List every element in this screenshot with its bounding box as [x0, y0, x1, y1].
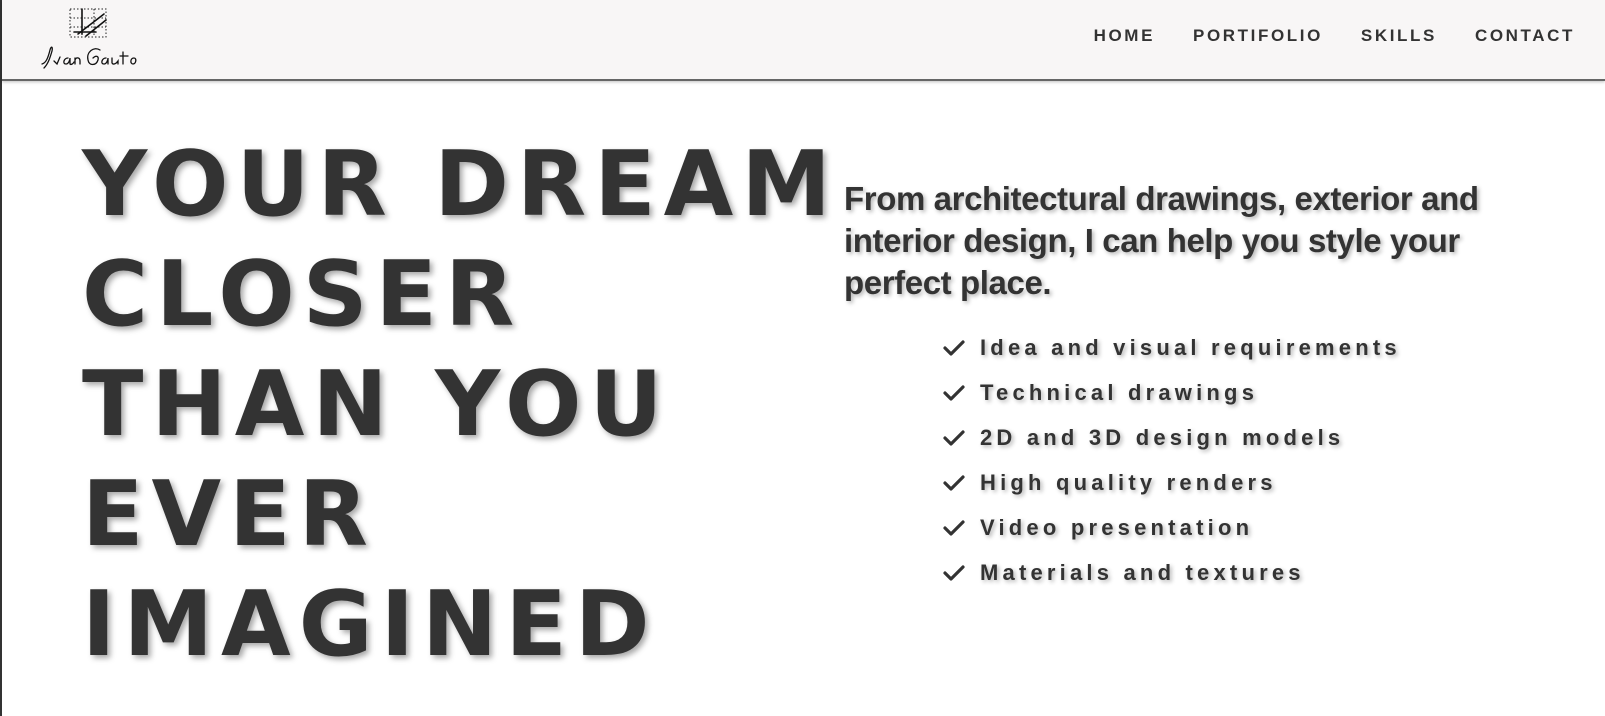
check-icon	[943, 519, 965, 536]
check-icon	[943, 429, 965, 446]
navbar: HOME PORTIFOLIO SKILLS CONTACT	[2, 0, 1605, 81]
check-icon	[943, 339, 965, 356]
service-item: Video presentation	[942, 505, 1401, 550]
services-list: Idea and visual requirements Technical d…	[942, 325, 1401, 595]
nav-skills-link[interactable]: SKILLS	[1361, 26, 1437, 46]
hero-intro: From architectural drawings, exterior an…	[844, 180, 1479, 301]
service-item: Idea and visual requirements	[942, 325, 1401, 370]
service-item: 2D and 3D design models	[942, 415, 1401, 460]
service-label: Technical drawings	[980, 379, 1259, 405]
check-icon	[943, 384, 965, 401]
service-item: Technical drawings	[942, 370, 1401, 415]
nav-portfolio-link[interactable]: PORTIFOLIO	[1193, 26, 1323, 46]
check-icon	[943, 474, 965, 491]
headline-line: EVER	[82, 462, 376, 567]
hero-headline: YOUR DREAM CLOSER THAN YOU EVER IMAGINED	[82, 130, 839, 680]
service-label: 2D and 3D design models	[980, 424, 1345, 450]
service-label: Idea and visual requirements	[980, 334, 1401, 360]
service-label: Video presentation	[980, 514, 1254, 540]
headline-line: YOUR DREAM	[82, 132, 839, 237]
service-item: Materials and textures	[942, 550, 1401, 595]
logo-graphic	[41, 8, 137, 69]
headline-line: IMAGINED	[82, 572, 658, 677]
headline-line: CLOSER	[82, 242, 523, 347]
headline-line: THAN YOU	[82, 352, 671, 457]
service-label: Materials and textures	[980, 559, 1305, 585]
check-icon	[943, 564, 965, 581]
service-item: High quality renders	[942, 460, 1401, 505]
service-label: High quality renders	[980, 469, 1277, 495]
nav-home-link[interactable]: HOME	[1094, 26, 1155, 46]
logo[interactable]	[38, 6, 142, 74]
nav-contact-link[interactable]: CONTACT	[1475, 26, 1575, 46]
main-nav: HOME PORTIFOLIO SKILLS CONTACT	[1094, 26, 1575, 46]
